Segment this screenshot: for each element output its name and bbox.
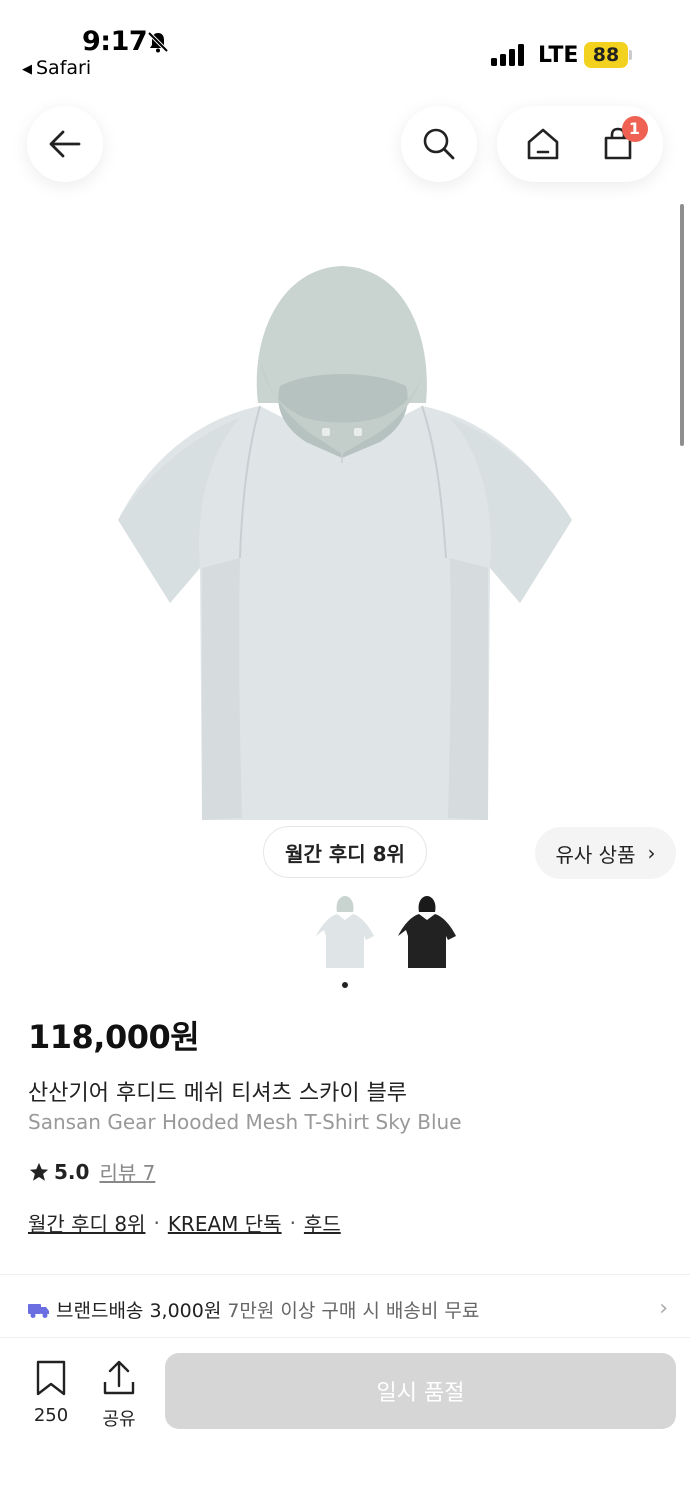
network-label: LTE: [538, 43, 579, 68]
tag-row: 월간 후디 8위 · KREAM 단독 · 후드: [28, 1208, 341, 1237]
bookmark-icon: [36, 1360, 66, 1396]
cart-count-badge: 1: [621, 116, 648, 142]
bell-slash-icon: [147, 31, 169, 53]
chevron-right-icon: ›: [659, 1296, 668, 1321]
signal-icon: [491, 44, 524, 66]
product-price: 118,000원: [28, 1018, 200, 1056]
save-count: 250: [33, 1405, 69, 1426]
similar-products-label: 유사 상품: [555, 842, 636, 867]
carousel-indicator: [342, 982, 348, 988]
home-icon: [527, 128, 558, 160]
reviews-link[interactable]: 리뷰 7: [99, 1157, 155, 1186]
battery-nub: [629, 50, 632, 60]
search-button[interactable]: [401, 106, 477, 182]
monthly-rank-badge[interactable]: 월간 후디 8위: [263, 826, 427, 878]
temporarily-sold-out-button[interactable]: 일시 품절: [165, 1353, 676, 1429]
thumbnail-sky-blue[interactable]: [310, 896, 380, 976]
share-button[interactable]: 공유: [89, 1360, 149, 1431]
tag-hood[interactable]: 후드: [304, 1208, 341, 1237]
tag-separator: ·: [153, 1210, 160, 1235]
tag-kream-exclusive[interactable]: KREAM 단독: [168, 1208, 282, 1237]
arrow-left-icon: [49, 130, 81, 158]
thumbnail-black[interactable]: [392, 896, 462, 976]
home-button[interactable]: [523, 124, 563, 164]
status-time: 9:17: [82, 26, 148, 57]
shipping-row[interactable]: 브랜드배송 3,000원 7만원 이상 구매 시 배송비 무료 ›: [28, 1296, 668, 1323]
search-icon: [423, 128, 455, 160]
tag-rank[interactable]: 월간 후디 8위: [28, 1208, 145, 1237]
nav-group: 1: [497, 106, 663, 182]
color-thumbnails: [310, 896, 470, 976]
tag-separator: ·: [289, 1210, 296, 1235]
shipping-label: 브랜드배송 3,000원: [56, 1300, 222, 1322]
back-app-label: Safari: [36, 57, 92, 79]
shipping-condition: 7만원 이상 구매 시 배송비 무료: [227, 1300, 480, 1322]
bottom-action-bar: 250 공유 일시 품절: [0, 1337, 690, 1500]
product-image[interactable]: [110, 258, 580, 830]
scrollbar[interactable]: [680, 204, 684, 446]
back-button[interactable]: [27, 106, 103, 182]
battery-indicator: 88: [584, 42, 628, 68]
share-label: 공유: [102, 1409, 136, 1430]
product-name-en: Sansan Gear Hooded Mesh T-Shirt Sky Blue: [28, 1110, 462, 1134]
divider: [0, 1274, 690, 1275]
save-button[interactable]: 250: [21, 1360, 81, 1426]
status-bar: 9:17 ◀ Safari LTE 88: [0, 0, 690, 90]
chevron-right-icon: ›: [647, 841, 656, 865]
similar-products-button[interactable]: 유사 상품 ›: [535, 827, 676, 879]
share-icon: [103, 1360, 135, 1395]
cart-button[interactable]: 1: [598, 116, 648, 164]
rating-score: 5.0: [54, 1159, 90, 1184]
truck-icon: [28, 1303, 49, 1318]
back-to-safari[interactable]: ◀ Safari: [22, 57, 91, 79]
rating-row: 5.0 리뷰 7: [28, 1157, 155, 1186]
star-icon: [29, 1162, 49, 1181]
product-name-ko: 산산기어 후디드 메쉬 티셔츠 스카이 블루: [28, 1081, 408, 1106]
